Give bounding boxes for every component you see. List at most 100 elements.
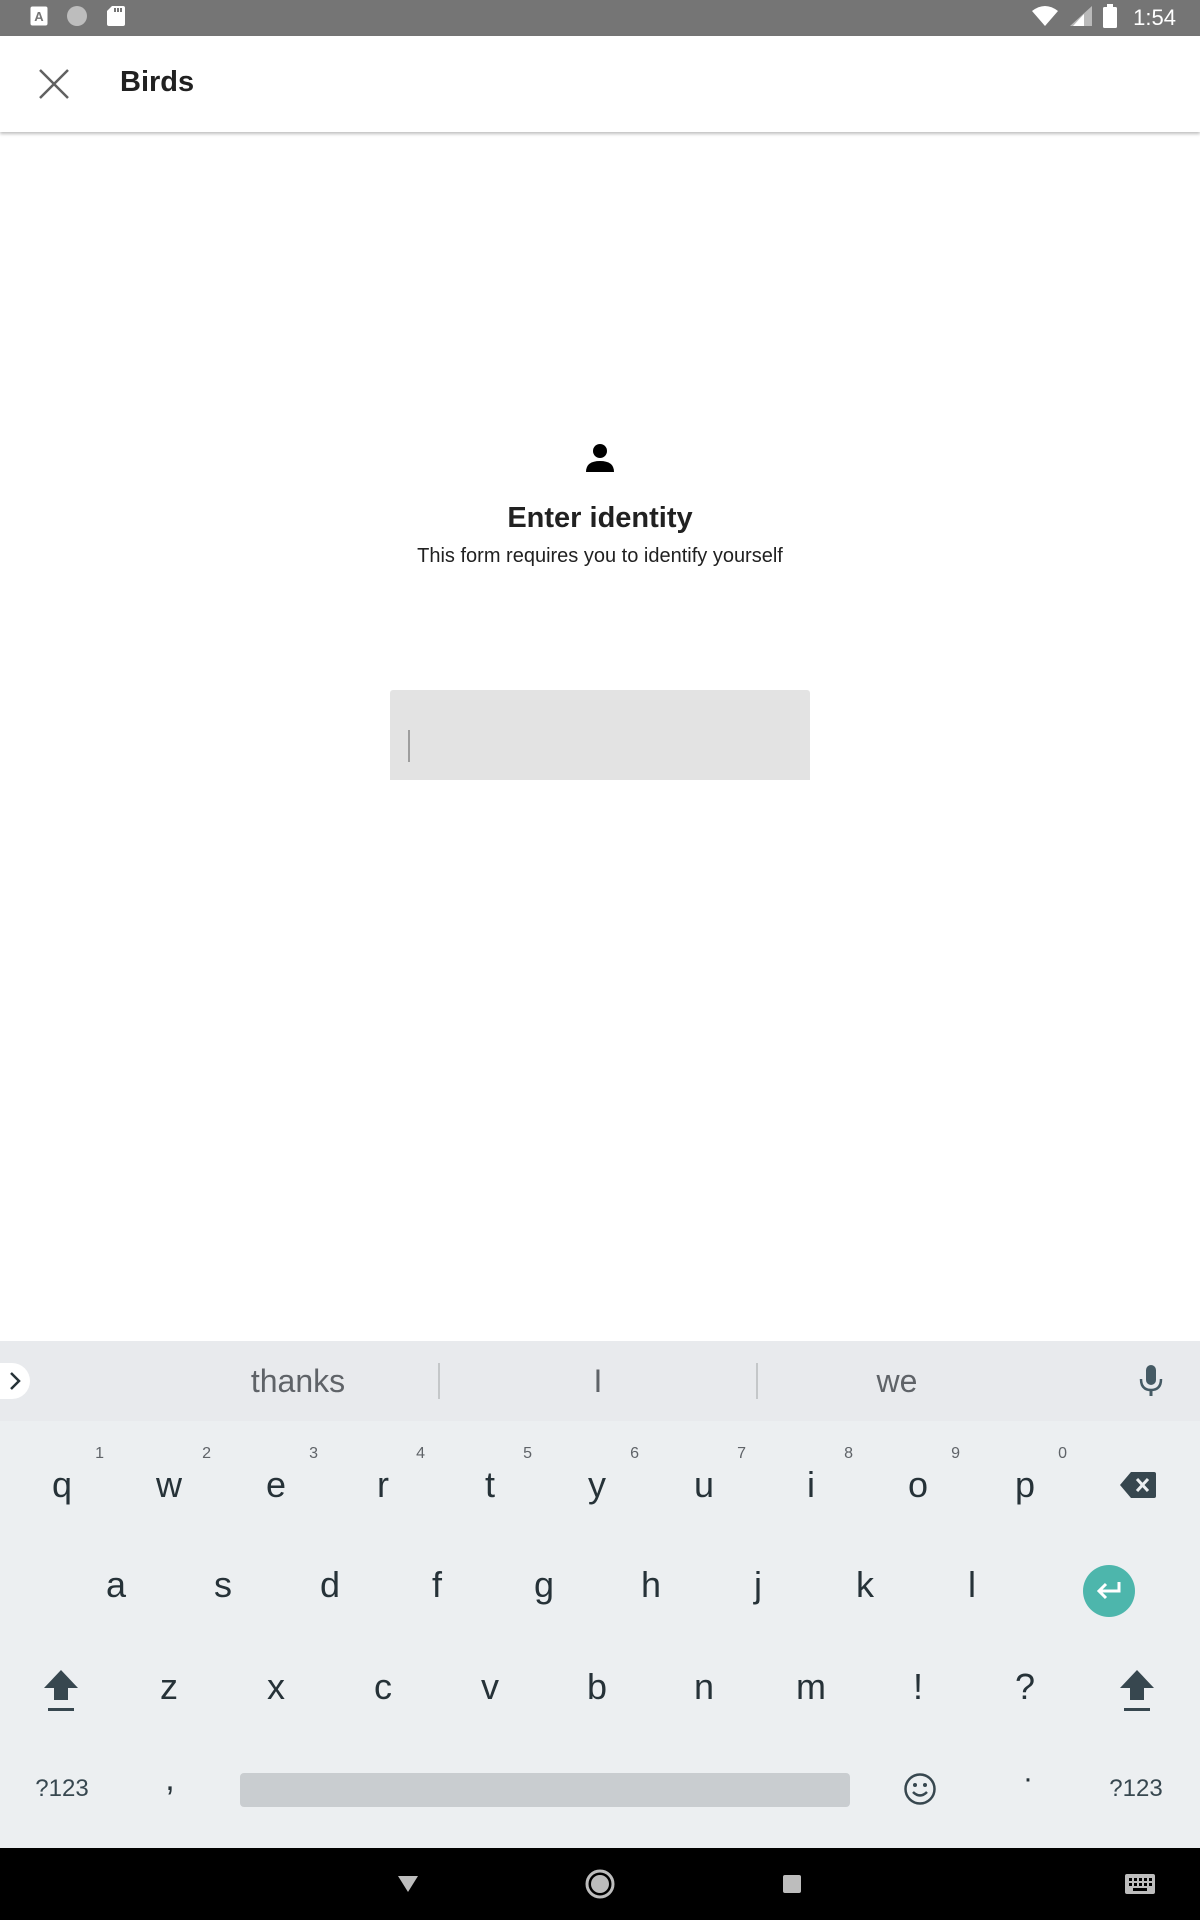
key-hint: 4	[416, 1445, 425, 1462]
shift-key-right[interactable]	[1096, 1647, 1178, 1735]
key-p[interactable]: p0	[975, 1441, 1075, 1529]
key-hint: 2	[202, 1445, 211, 1462]
key-label: y	[588, 1464, 606, 1505]
home-button[interactable]	[582, 1866, 618, 1902]
symbols-key-left[interactable]: ?123	[14, 1749, 110, 1829]
key-t[interactable]: t5	[440, 1441, 540, 1529]
status-bar: A 1:54	[0, 0, 1200, 36]
key-z[interactable]: z	[119, 1643, 219, 1731]
back-icon	[398, 1876, 418, 1892]
key-d[interactable]: d	[280, 1541, 380, 1629]
person-icon	[586, 444, 614, 472]
key-label: t	[484, 1464, 495, 1505]
key-e[interactable]: e3	[226, 1441, 326, 1529]
status-time: 1:54	[1133, 5, 1176, 30]
text-recognition-icon: A	[30, 6, 48, 31]
back-button[interactable]	[390, 1866, 426, 1902]
key-u[interactable]: u7	[654, 1441, 754, 1529]
key-i[interactable]: i8	[761, 1441, 861, 1529]
enter-key-background	[1083, 1565, 1135, 1617]
key-label: m	[796, 1666, 826, 1707]
suggestion-strip: thanks I we	[0, 1341, 1200, 1421]
key-k[interactable]: k	[815, 1541, 915, 1629]
key-o[interactable]: o9	[868, 1441, 968, 1529]
key-r[interactable]: r4	[333, 1441, 433, 1529]
keyboard-switch-button[interactable]	[1118, 1866, 1162, 1902]
app-bar: Birds	[0, 36, 1200, 132]
key-label: e	[265, 1464, 287, 1505]
key-label: a	[105, 1564, 127, 1605]
backspace-key[interactable]	[1100, 1441, 1176, 1529]
key-label: ?	[1014, 1666, 1036, 1707]
circle-notification-icon	[66, 5, 88, 32]
key-f[interactable]: f	[387, 1541, 487, 1629]
symbols-key-right[interactable]: ?123	[1088, 1749, 1184, 1829]
key-label: u	[693, 1464, 715, 1505]
identity-subheading: This form requires you to identify yours…	[417, 545, 783, 567]
key-label: w	[156, 1464, 182, 1505]
page-title: Birds	[120, 66, 195, 98]
key-hint: 9	[951, 1445, 960, 1462]
key-hint: 7	[737, 1445, 746, 1462]
cell-signal-icon	[1069, 5, 1093, 32]
key-label: o	[907, 1464, 929, 1505]
key-x[interactable]: x	[226, 1643, 326, 1731]
key-n[interactable]: n	[654, 1643, 754, 1731]
key-label: b	[586, 1666, 608, 1707]
recents-button[interactable]	[774, 1866, 810, 1902]
key-v[interactable]: v	[440, 1643, 540, 1731]
key-l[interactable]: l	[922, 1541, 1022, 1629]
key-q[interactable]: q1	[12, 1441, 112, 1529]
key-label: h	[640, 1564, 662, 1605]
key-exclamation[interactable]: !	[868, 1643, 968, 1731]
key-question[interactable]: ?	[975, 1643, 1075, 1731]
key-label: k	[856, 1564, 874, 1605]
suggestion-3[interactable]: we	[758, 1341, 1036, 1421]
suggestion-2[interactable]: I	[440, 1341, 756, 1421]
key-label: x	[267, 1666, 285, 1707]
key-h[interactable]: h	[601, 1541, 701, 1629]
key-j[interactable]: j	[708, 1541, 808, 1629]
period-key[interactable]: ·	[988, 1739, 1068, 1819]
enter-key[interactable]	[1070, 1547, 1148, 1635]
backspace-icon	[1120, 1472, 1156, 1498]
key-label: !	[912, 1666, 923, 1707]
key-y[interactable]: y6	[547, 1441, 647, 1529]
key-s[interactable]: s	[173, 1541, 273, 1629]
identity-input[interactable]	[390, 690, 810, 780]
key-hint: 1	[95, 1445, 104, 1462]
emoji-key[interactable]	[880, 1749, 960, 1829]
key-hint: 0	[1058, 1445, 1067, 1462]
comma-key[interactable]: ,	[130, 1739, 210, 1819]
key-label: n	[693, 1666, 715, 1707]
key-label: d	[319, 1564, 341, 1605]
key-m[interactable]: m	[761, 1643, 861, 1731]
key-c[interactable]: c	[333, 1643, 433, 1731]
key-b[interactable]: b	[547, 1643, 647, 1731]
navigation-bar	[0, 1848, 1200, 1920]
recents-icon	[783, 1875, 801, 1893]
expand-toolbar-button[interactable]	[0, 1363, 30, 1399]
key-g[interactable]: g	[494, 1541, 594, 1629]
voice-input-button[interactable]	[1136, 1363, 1166, 1399]
suggestion-1[interactable]: thanks	[140, 1341, 456, 1421]
close-icon	[39, 69, 69, 99]
key-label: c	[374, 1666, 392, 1707]
svg-text:A: A	[34, 9, 44, 24]
key-a[interactable]: a	[66, 1541, 166, 1629]
key-w[interactable]: w2	[119, 1441, 219, 1529]
identity-form: Enter identity This form requires you to…	[0, 132, 1200, 1342]
chevron-right-icon	[10, 1372, 21, 1390]
emoji-icon	[904, 1773, 936, 1805]
close-button[interactable]	[30, 60, 78, 108]
home-icon	[585, 1869, 615, 1899]
text-cursor	[408, 730, 410, 762]
wifi-icon	[1031, 5, 1059, 32]
shift-key-left[interactable]	[20, 1647, 102, 1735]
screen: A 1:54 Birds Enter identity This form re…	[0, 0, 1200, 1920]
space-bar[interactable]	[240, 1773, 850, 1807]
key-hint: 5	[523, 1445, 532, 1462]
key-label: g	[533, 1564, 555, 1605]
key-label: i	[807, 1464, 815, 1505]
key-label: v	[481, 1666, 499, 1707]
